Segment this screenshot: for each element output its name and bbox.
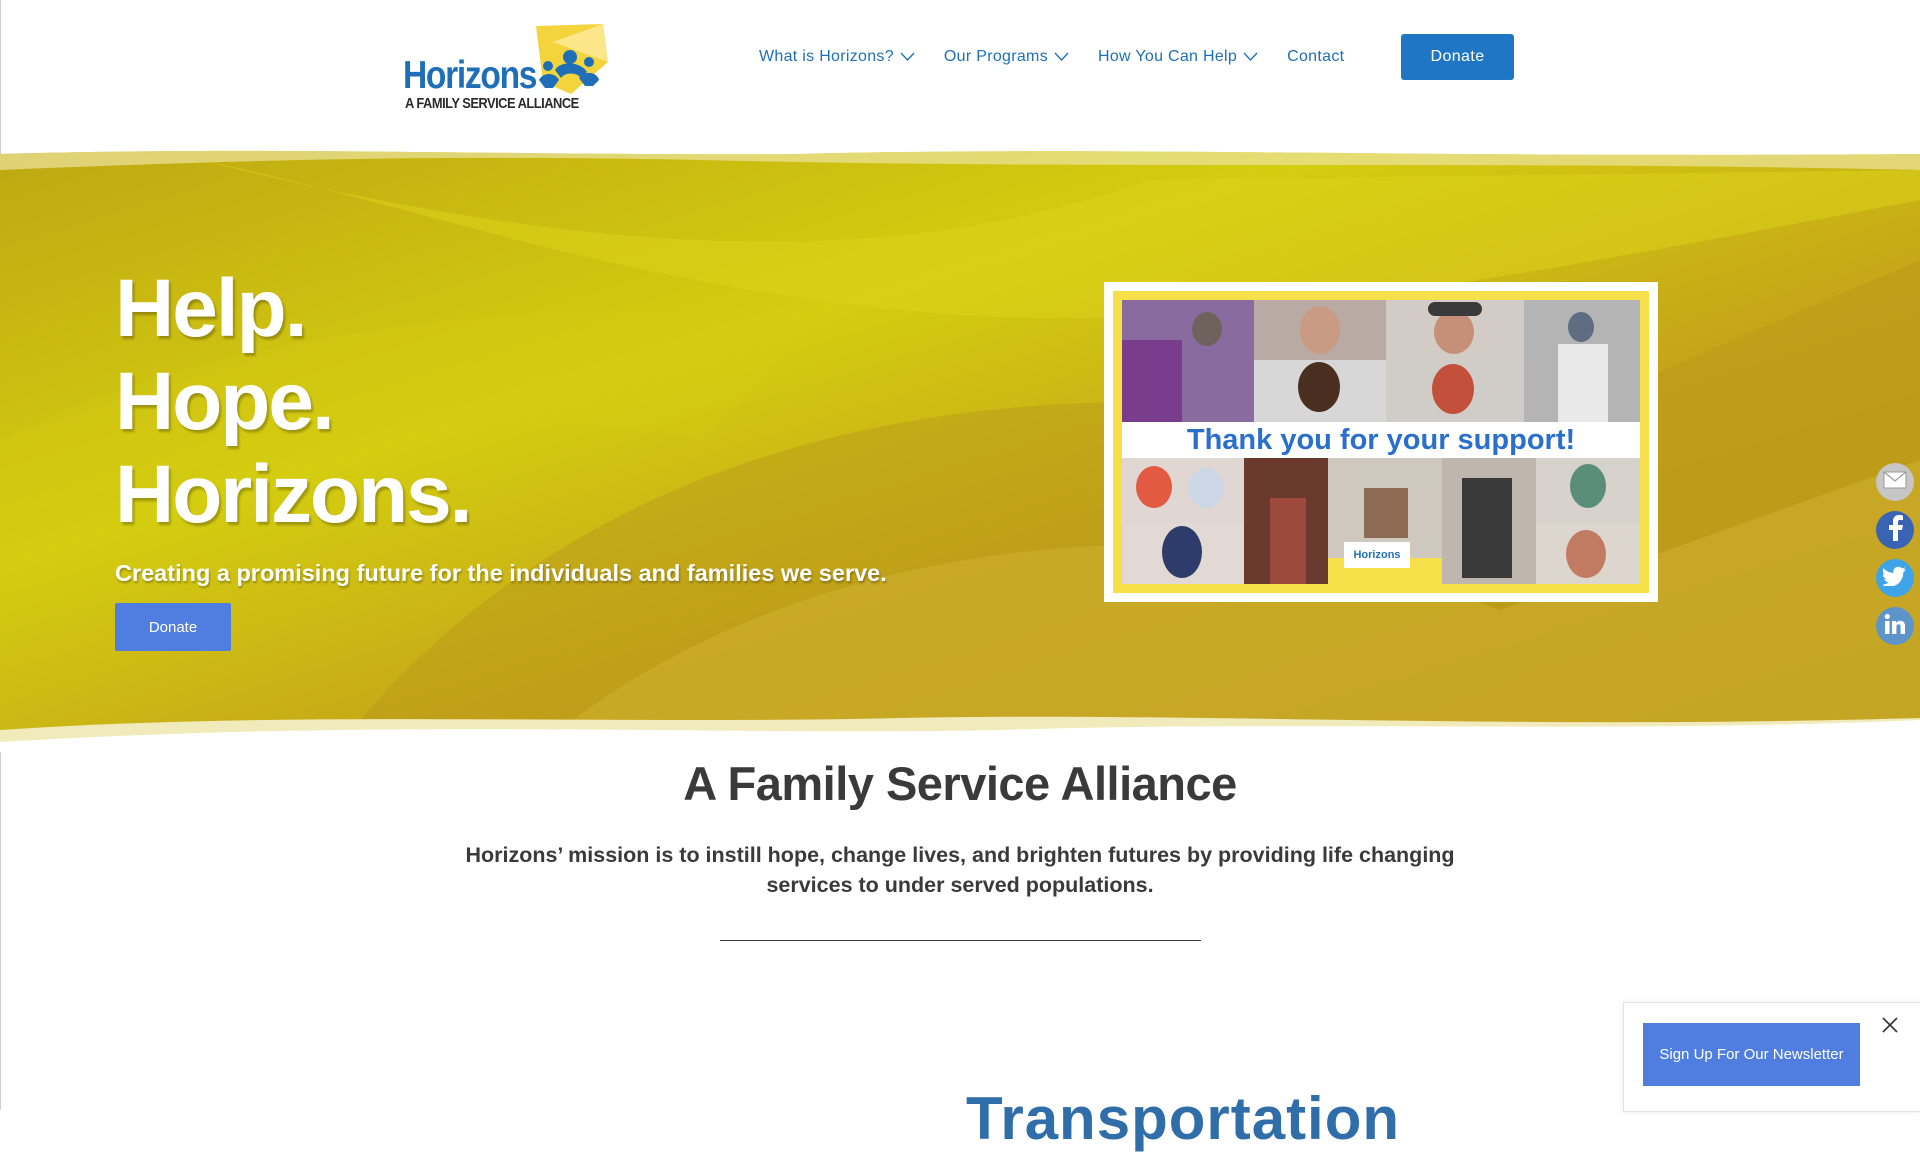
nav-label: How You Can Help bbox=[1098, 48, 1238, 65]
nav-label: Contact bbox=[1287, 48, 1345, 65]
collage-logo: Horizons bbox=[1344, 542, 1410, 568]
logo-wordmark: Horizons bbox=[403, 54, 537, 97]
chevron-down-icon bbox=[1243, 48, 1258, 66]
photo-cell bbox=[1122, 458, 1244, 524]
photo-cell bbox=[1122, 300, 1254, 422]
photo-cell bbox=[1386, 300, 1524, 360]
chevron-down-icon bbox=[900, 48, 915, 66]
hero-donate-button[interactable]: Donate bbox=[115, 603, 231, 651]
twitter-share-button[interactable] bbox=[1876, 559, 1914, 597]
photo-cell bbox=[1442, 458, 1536, 584]
mission-title: A Family Service Alliance bbox=[683, 757, 1237, 810]
nav-label: What is Horizons? bbox=[759, 48, 894, 65]
photo-cell bbox=[1536, 524, 1640, 584]
nav-label: Our Programs bbox=[943, 48, 1048, 65]
nav-how-you-can-help[interactable]: How You Can Help bbox=[1098, 48, 1258, 66]
thank-you-collage-image: Thank you for your support! Horizons bbox=[1104, 282, 1658, 602]
hero-line-hope: Hope. bbox=[115, 356, 335, 447]
photo-cell bbox=[1524, 300, 1640, 422]
twitter-icon bbox=[1881, 566, 1907, 591]
email-icon bbox=[1883, 471, 1907, 494]
photo-cell bbox=[1536, 458, 1640, 524]
collage-caption-band: Thank you for your support! bbox=[1122, 422, 1640, 458]
nav-contact[interactable]: Contact bbox=[1287, 48, 1344, 66]
header-donate-button[interactable]: Donate bbox=[1401, 34, 1514, 80]
email-share-button[interactable] bbox=[1876, 463, 1914, 501]
facebook-share-button[interactable] bbox=[1876, 511, 1914, 549]
photo-cell bbox=[1254, 360, 1386, 422]
nav-our-programs[interactable]: Our Programs bbox=[944, 48, 1069, 66]
linkedin-icon bbox=[1884, 613, 1906, 640]
facebook-icon bbox=[1885, 514, 1905, 546]
section-divider bbox=[720, 940, 1201, 941]
hero-line-help: Help. bbox=[115, 263, 307, 354]
photo-cell bbox=[1254, 300, 1386, 360]
photo-cell bbox=[1122, 524, 1244, 584]
collage-caption: Thank you for your support! bbox=[1186, 423, 1576, 456]
nav-what-is-horizons[interactable]: What is Horizons? bbox=[759, 48, 915, 66]
photo-cell bbox=[1244, 458, 1328, 584]
newsletter-signup-button[interactable]: Sign Up For Our Newsletter bbox=[1643, 1023, 1860, 1086]
horizons-logo[interactable]: Horizons A FAMILY SERVICE ALLIANCE bbox=[403, 22, 613, 117]
photo-cell bbox=[1386, 360, 1524, 422]
logo-tagline: A FAMILY SERVICE ALLIANCE bbox=[405, 95, 579, 112]
hero-subtitle: Creating a promising future for the indi… bbox=[115, 560, 887, 586]
hero-line-horizons: Horizons. bbox=[115, 449, 473, 540]
close-icon[interactable] bbox=[1880, 1015, 1900, 1035]
transportation-heading: Transportation bbox=[966, 1085, 1401, 1152]
mission-statement: Horizons’ mission is to instill hope, ch… bbox=[465, 843, 1455, 897]
newsletter-popup: Sign Up For Our Newsletter bbox=[1623, 1002, 1920, 1112]
chevron-down-icon bbox=[1054, 48, 1069, 66]
main-nav: What is Horizons? Our Programs How You C… bbox=[759, 34, 1373, 80]
linkedin-share-button[interactable] bbox=[1876, 607, 1914, 645]
